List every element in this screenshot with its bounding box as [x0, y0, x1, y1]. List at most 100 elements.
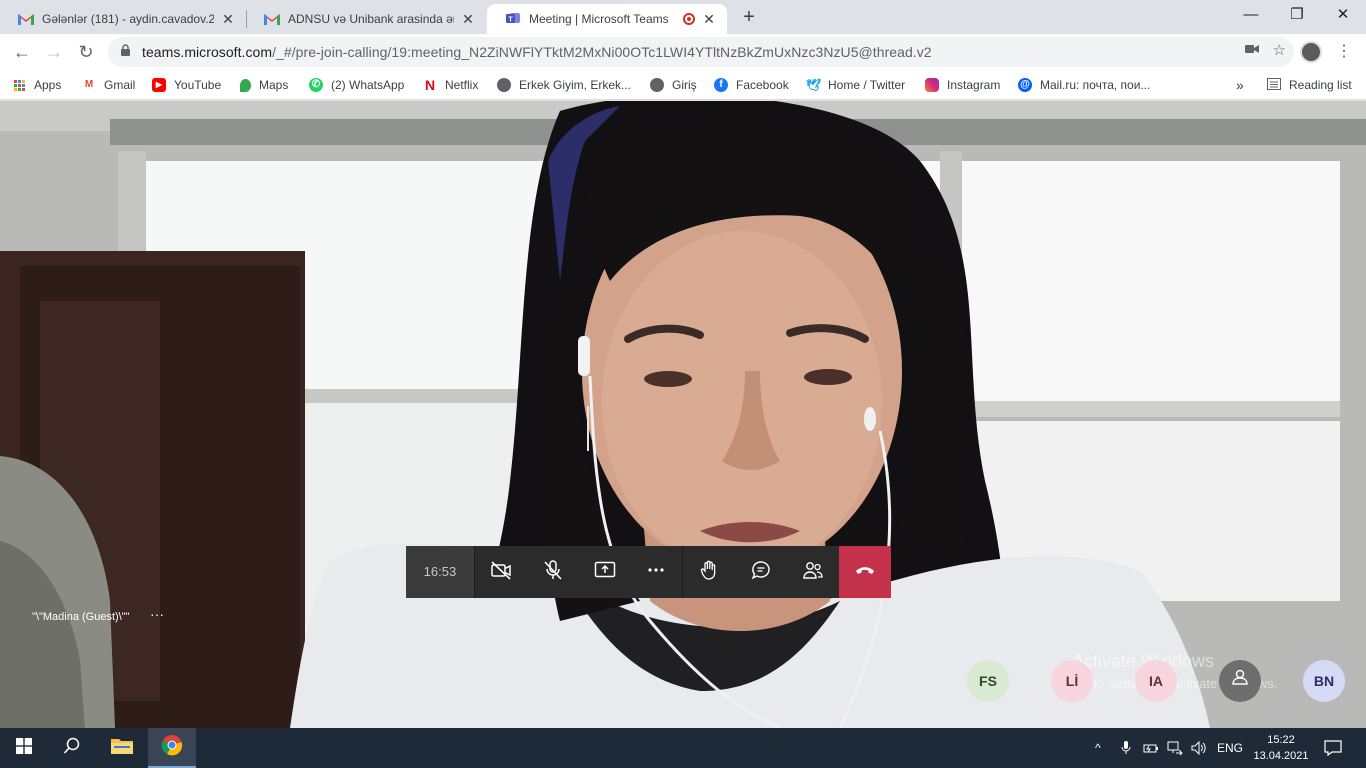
participant-more-button[interactable]: ··· — [150, 606, 164, 622]
bookmark-label: Giriş — [672, 78, 697, 92]
gmail-icon — [264, 13, 280, 25]
participant-avatar[interactable]: FS — [967, 660, 1009, 702]
share-screen-icon — [594, 559, 616, 586]
forward-icon[interactable]: → — [42, 40, 66, 64]
participant-initials: BN — [1313, 673, 1335, 689]
bookmark-gmail[interactable]: M Gmail — [82, 76, 135, 94]
url-text: teams.microsoft.com/_#/pre-join-calling/… — [142, 44, 932, 60]
close-window-button[interactable]: ✕ — [1320, 0, 1366, 30]
minimize-button[interactable]: — — [1228, 0, 1274, 30]
tab-teams-meeting[interactable]: T Meeting | Microsoft Teams ✕ — [487, 4, 727, 34]
mailru-icon: @ — [1018, 78, 1032, 92]
notifications-icon[interactable] — [1324, 728, 1342, 768]
search-button[interactable] — [48, 728, 96, 768]
bookmark-apps[interactable]: Apps — [14, 76, 61, 94]
chrome-taskbar-button[interactable] — [148, 728, 196, 768]
bookmark-label: Facebook — [736, 78, 789, 92]
chrome-menu-icon[interactable]: ⋮ — [1336, 40, 1352, 64]
call-controls-bar: 16:53 — [406, 546, 891, 598]
tab-gmail-inbox[interactable]: Gələnlər (181) - aydin.cavadov.20 ✕ — [0, 4, 246, 34]
clock-time: 15:22 — [1267, 734, 1295, 746]
file-explorer-button[interactable] — [98, 728, 146, 768]
start-button[interactable] — [0, 728, 48, 768]
bookmark-twitter[interactable]: 🕊 Home / Twitter — [806, 76, 905, 94]
video-feed — [0, 101, 1366, 728]
bookmark-label: Instagram — [947, 78, 1001, 92]
back-icon[interactable]: ← — [10, 40, 34, 64]
camera-in-use-icon[interactable] — [1244, 41, 1259, 59]
netflix-icon: N — [423, 77, 437, 93]
participants-button[interactable] — [787, 546, 839, 598]
system-clock[interactable]: 15:22 13.04.2021 — [1252, 732, 1310, 764]
participant-avatar[interactable]: BN — [1303, 660, 1345, 702]
bookmarks-overflow-button[interactable]: » — [1236, 76, 1244, 94]
bookmark-youtube[interactable]: ▶ YouTube — [152, 76, 221, 94]
more-icon — [645, 559, 667, 586]
bookmark-label: Netflix — [445, 78, 479, 92]
bookmark-star-icon[interactable]: ☆ — [1273, 41, 1286, 59]
gmail-icon: M — [82, 78, 96, 92]
reload-icon[interactable]: ↻ — [74, 40, 98, 64]
address-bar[interactable]: teams.microsoft.com/_#/pre-join-calling/… — [108, 37, 1294, 67]
close-tab-icon[interactable]: ✕ — [460, 11, 476, 28]
tab-adnsu-mail[interactable]: ADNSU və Unibank arasinda əma ✕ — [246, 4, 486, 34]
whatsapp-icon: ✆ — [309, 78, 323, 92]
bookmark-label: YouTube — [174, 78, 222, 92]
tab-title: ADNSU və Unibank arasinda əma — [288, 12, 454, 26]
clock-date: 13.04.2021 — [1253, 750, 1309, 762]
windows-taskbar: ^ ENG 15:22 13.04.2021 — [0, 728, 1366, 768]
bookmark-label: Gmail — [104, 78, 136, 92]
globe-icon — [497, 78, 511, 92]
mute-button[interactable] — [527, 546, 579, 598]
microphone-icon[interactable] — [1120, 728, 1132, 768]
facebook-icon: f — [714, 78, 728, 92]
bookmark-label: Mail.ru: почта, пои... — [1040, 78, 1151, 92]
bookmark-maps[interactable]: Maps — [240, 76, 288, 94]
bookmark-mailru[interactable]: @ Mail.ru: почта, пои... — [1018, 76, 1150, 94]
bookmark-whatsapp[interactable]: ✆ (2) WhatsApp — [309, 76, 404, 94]
teams-icon: T — [505, 10, 521, 29]
bookmark-erkek-giyim[interactable]: Erkek Giyim, Erkek... — [497, 76, 631, 94]
globe-icon — [650, 78, 664, 92]
participant-initials: Lİ — [1065, 673, 1079, 689]
bookmark-netflix[interactable]: N Netflix — [423, 76, 478, 94]
volume-icon[interactable] — [1191, 728, 1207, 768]
participant-name-label: "\"Madina (Guest)\"" — [32, 611, 130, 623]
reading-list-button[interactable]: Reading list — [1267, 76, 1352, 94]
hang-up-icon — [854, 559, 876, 586]
raise-hand-button[interactable] — [683, 546, 735, 598]
hand-icon — [698, 559, 720, 586]
tab-title: Meeting | Microsoft Teams — [529, 12, 669, 26]
call-timer: 16:53 — [406, 546, 474, 598]
hang-up-button[interactable] — [839, 546, 891, 598]
tray-overflow-icon[interactable]: ^ — [1095, 728, 1101, 768]
profile-avatar[interactable] — [1300, 41, 1322, 63]
power-icon[interactable] — [1143, 728, 1159, 768]
search-icon — [63, 737, 81, 760]
network-icon[interactable] — [1167, 728, 1183, 768]
share-screen-button[interactable] — [579, 546, 631, 598]
reading-list-icon — [1267, 77, 1281, 93]
meeting-stage: 16:53 "\"Madina (Guest)\"" ··· Activate … — [0, 101, 1366, 728]
bookmark-facebook[interactable]: f Facebook — [714, 76, 789, 94]
people-icon — [802, 559, 824, 586]
bookmark-instagram[interactable]: Instagram — [925, 76, 1000, 94]
bookmark-giris[interactable]: Giriş — [650, 76, 697, 94]
camera-off-button[interactable] — [475, 546, 527, 598]
new-tab-button[interactable]: + — [738, 6, 760, 28]
close-tab-icon[interactable]: ✕ — [701, 11, 717, 28]
participant-avatar[interactable]: IA — [1135, 660, 1177, 702]
chat-button[interactable] — [735, 546, 787, 598]
bookmark-label: Home / Twitter — [828, 78, 906, 92]
twitter-icon: 🕊 — [806, 78, 822, 92]
url-domain: teams.microsoft.com — [142, 44, 273, 60]
participant-avatar[interactable] — [1219, 660, 1261, 702]
language-indicator[interactable]: ENG — [1217, 728, 1243, 768]
participant-avatar[interactable]: Lİ — [1051, 660, 1093, 702]
svg-text:T: T — [508, 16, 513, 23]
close-tab-icon[interactable]: ✕ — [220, 11, 236, 28]
chrome-icon — [161, 734, 183, 761]
windows-icon — [16, 737, 32, 759]
restore-button[interactable]: ❐ — [1274, 0, 1320, 30]
more-actions-button[interactable] — [631, 546, 683, 598]
